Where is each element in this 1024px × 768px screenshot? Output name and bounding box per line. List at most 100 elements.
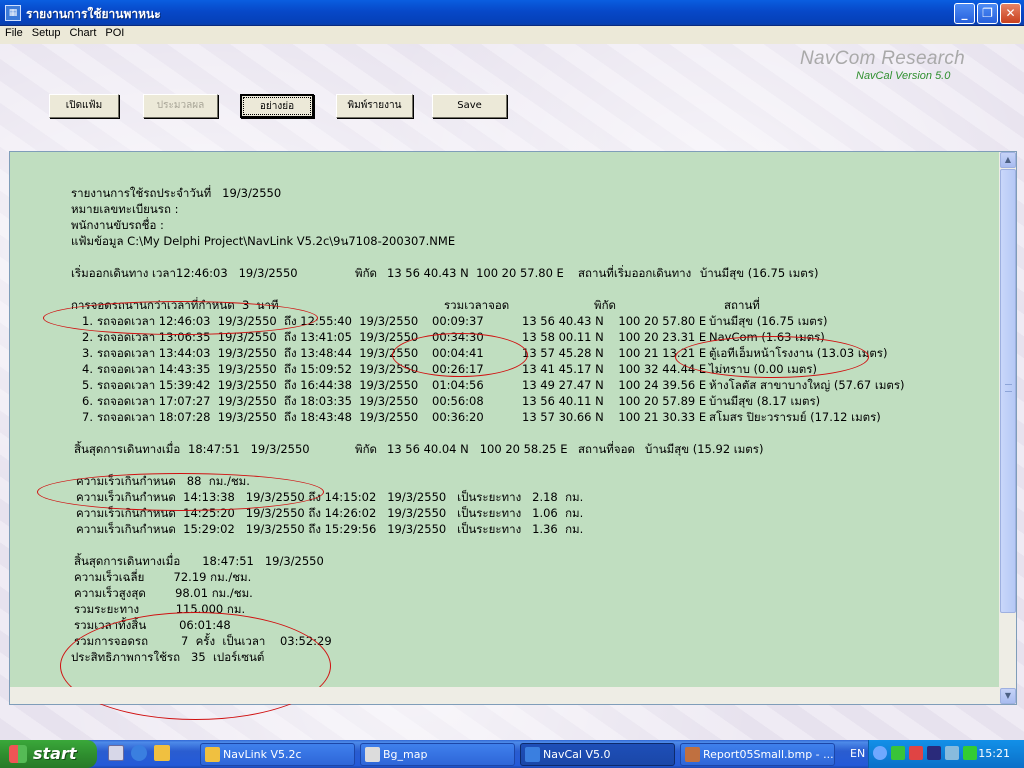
- stop-coord: 13 57 30.66 N 100 21 30.33 E: [522, 410, 707, 424]
- end-coord-label: พิกัด: [355, 442, 378, 456]
- taskbar-window-label: NavLink V5.2c: [223, 748, 302, 761]
- menu-chart[interactable]: Chart: [64, 26, 100, 39]
- taskbar-window-button[interactable]: Bg_map: [360, 743, 515, 766]
- quicklaunch-app-icon[interactable]: [154, 745, 170, 761]
- brand-name: NavCom Research: [800, 48, 965, 69]
- language-indicator[interactable]: EN: [850, 740, 865, 768]
- stop-coord: 13 41 45.17 N 100 32 44.44 E: [522, 362, 707, 376]
- tray-network-icon[interactable]: [891, 746, 905, 760]
- end-place: บ้านมีสุข (15.92 เมตร): [645, 442, 764, 456]
- scroll-up-arrow-icon[interactable]: ▲: [1000, 152, 1016, 168]
- taskbar: start NavLink V5.2c Bg_map NavCal V5.0 Repo…: [0, 740, 1024, 768]
- stop-number: 3.: [82, 346, 93, 360]
- open-file-button[interactable]: เปิดแฟ้ม: [49, 94, 119, 118]
- window-title: รายงานการใช้ยานพาหนะ: [26, 7, 161, 21]
- stop-coord: 13 49 27.47 N 100 24 39.56 E: [522, 378, 707, 392]
- taskbar-window-label: Bg_map: [383, 748, 428, 761]
- menu-file[interactable]: File: [0, 26, 27, 39]
- stop-place: บ้านมีสุข (16.75 เมตร): [709, 314, 828, 328]
- driver-name: พนักงานขับรถชื่อ :: [71, 218, 164, 232]
- end-time: 18:47:51 19/3/2550: [188, 442, 310, 456]
- stop-coord: 13 58 00.11 N 100 20 23.31 E: [522, 330, 707, 344]
- horizontal-scrollbar[interactable]: [10, 687, 1000, 704]
- tray-monitor-icon[interactable]: [963, 746, 977, 760]
- window-app-icon: [205, 747, 220, 762]
- stop-duration: 00:09:37: [432, 314, 484, 328]
- tray-arrow-icon[interactable]: [873, 746, 887, 760]
- client-area: NavCom Research NavCal Version 5.0 เปิดแ…: [0, 44, 1024, 740]
- stop-time-range: รถจอดเวลา 17:07:27 19/3/2550 ถึง 18:03:3…: [97, 394, 419, 408]
- stop-number: 4.: [82, 362, 93, 376]
- show-desktop-icon[interactable]: [108, 745, 124, 761]
- stop-coord: 13 56 40.43 N 100 20 57.80 E: [522, 314, 707, 328]
- tray-security-icon[interactable]: [909, 746, 923, 760]
- minimize-button[interactable]: _: [954, 3, 975, 24]
- taskbar-window-button[interactable]: NavCal V5.0: [520, 743, 675, 766]
- speeding-event: ความเร็วเกินกำหนด 15:29:02 19/3/2550 ถึง…: [76, 522, 584, 536]
- start-coord-label: พิกัด: [355, 266, 378, 280]
- start-place: บ้านมีสุข (16.75 เมตร): [700, 266, 819, 280]
- maximize-button[interactable]: ❐: [977, 3, 998, 24]
- stop-coord: 13 56 40.11 N 100 20 57.89 E: [522, 394, 707, 408]
- taskbar-window-label: Report05Small.bmp - ...: [703, 748, 834, 761]
- taskbar-window-button[interactable]: Report05Small.bmp - ...: [680, 743, 835, 766]
- print-report-button[interactable]: พิมพ์รายงาน: [336, 94, 413, 118]
- app-icon[interactable]: ▦: [5, 5, 21, 21]
- plate-number: หมายเลขทะเบียนรถ :: [71, 202, 179, 216]
- scroll-grip-icon: [1005, 384, 1012, 392]
- clock[interactable]: 15:21: [978, 740, 1010, 768]
- stop-place: ห้างโลตัส สาขาบางใหญ่ (57.67 เมตร): [709, 378, 905, 392]
- start-coord: 13 56 40.43 N 100 20 57.80 E: [387, 266, 564, 280]
- system-tray: 15:21: [868, 740, 1024, 768]
- stop-time-range: รถจอดเวลา 15:39:42 19/3/2550 ถึง 16:44:3…: [97, 378, 419, 392]
- vertical-scrollbar[interactable]: ▲ ▼: [999, 152, 1016, 704]
- internet-explorer-icon[interactable]: [131, 745, 147, 761]
- start-time: 12:46:03 19/3/2550: [176, 266, 298, 280]
- stop-time-range: รถจอดเวลา 14:43:35 19/3/2550 ถึง 15:09:5…: [97, 362, 419, 376]
- process-button[interactable]: ประมวลผล: [143, 94, 218, 118]
- taskbar-window-label: NavCal V5.0: [543, 748, 611, 761]
- stop-number: 5.: [82, 378, 93, 392]
- tray-app-icon[interactable]: [927, 746, 941, 760]
- scroll-thumb[interactable]: [1000, 169, 1016, 613]
- summary-avg-speed: ความเร็วเฉลี่ย 72.19 กม./ชม.: [74, 570, 252, 584]
- taskbar-window-button[interactable]: NavLink V5.2c: [200, 743, 355, 766]
- stop-duration: 01:04:56: [432, 378, 484, 392]
- menu-setup[interactable]: Setup: [27, 26, 65, 39]
- stop-number: 2.: [82, 330, 93, 344]
- tray-volume-icon[interactable]: [945, 746, 959, 760]
- title-bar[interactable]: ▦ รายงานการใช้ยานพาหนะ _ ❐ ✕: [0, 0, 1024, 26]
- report-text: รายงานการใช้รถประจำวันที่ 19/3/2550 หมาย…: [10, 152, 1000, 720]
- save-button[interactable]: Save: [432, 94, 507, 118]
- stop-number: 6.: [82, 394, 93, 408]
- start-label: เริ่มออกเดินทาง เวลา: [71, 266, 176, 280]
- stops-col-place: สถานที่: [724, 298, 760, 312]
- annotation-oval-place: [675, 336, 869, 378]
- summary-end: สิ้นสุดการเดินทางเมื่อ 18:47:51 19/3/255…: [74, 554, 324, 568]
- close-button[interactable]: ✕: [1000, 3, 1021, 24]
- annotation-oval-total-stop: [392, 333, 528, 377]
- data-file: แฟ้มข้อมูล C:\My Delphi Project\NavLink …: [71, 234, 456, 248]
- end-coord: 13 56 40.04 N 100 20 58.25 E: [387, 442, 568, 456]
- stop-place: บ้านมีสุข (8.17 เมตร): [709, 394, 821, 408]
- annotation-oval-end: [37, 473, 324, 511]
- stop-number: 7.: [82, 410, 93, 424]
- window-app-icon: [365, 747, 380, 762]
- window-app-icon: [685, 747, 700, 762]
- menu-poi[interactable]: POI: [100, 26, 128, 39]
- report-panel[interactable]: รายงานการใช้รถประจำวันที่ 19/3/2550 หมาย…: [9, 151, 1017, 720]
- stop-place: สโมสร ปิยะวรารมย์ (17.12 เมตร): [709, 410, 881, 424]
- scroll-down-arrow-icon[interactable]: ▼: [1000, 688, 1016, 704]
- stops-col-total: รวมเวลาจอด: [444, 298, 510, 312]
- end-label: สิ้นสุดการเดินทางเมื่อ: [74, 442, 181, 456]
- menu-bar: File Setup Chart POI: [0, 26, 1024, 44]
- summary-button[interactable]: อย่างย่อ: [240, 94, 314, 118]
- start-button[interactable]: start: [0, 740, 97, 768]
- stop-time-range: รถจอดเวลา 18:07:28 19/3/2550 ถึง 18:43:4…: [97, 410, 419, 424]
- stop-time-range: รถจอดเวลา 13:44:03 19/3/2550 ถึง 13:48:4…: [97, 346, 419, 360]
- start-place-label: สถานที่เริ่มออกเดินทาง: [578, 266, 692, 280]
- annotation-oval-start: [43, 301, 318, 335]
- brand-version: NavCal Version 5.0: [856, 70, 951, 82]
- report-title: รายงานการใช้รถประจำวันที่ 19/3/2550: [71, 186, 282, 200]
- stop-duration: 00:56:08: [432, 394, 484, 408]
